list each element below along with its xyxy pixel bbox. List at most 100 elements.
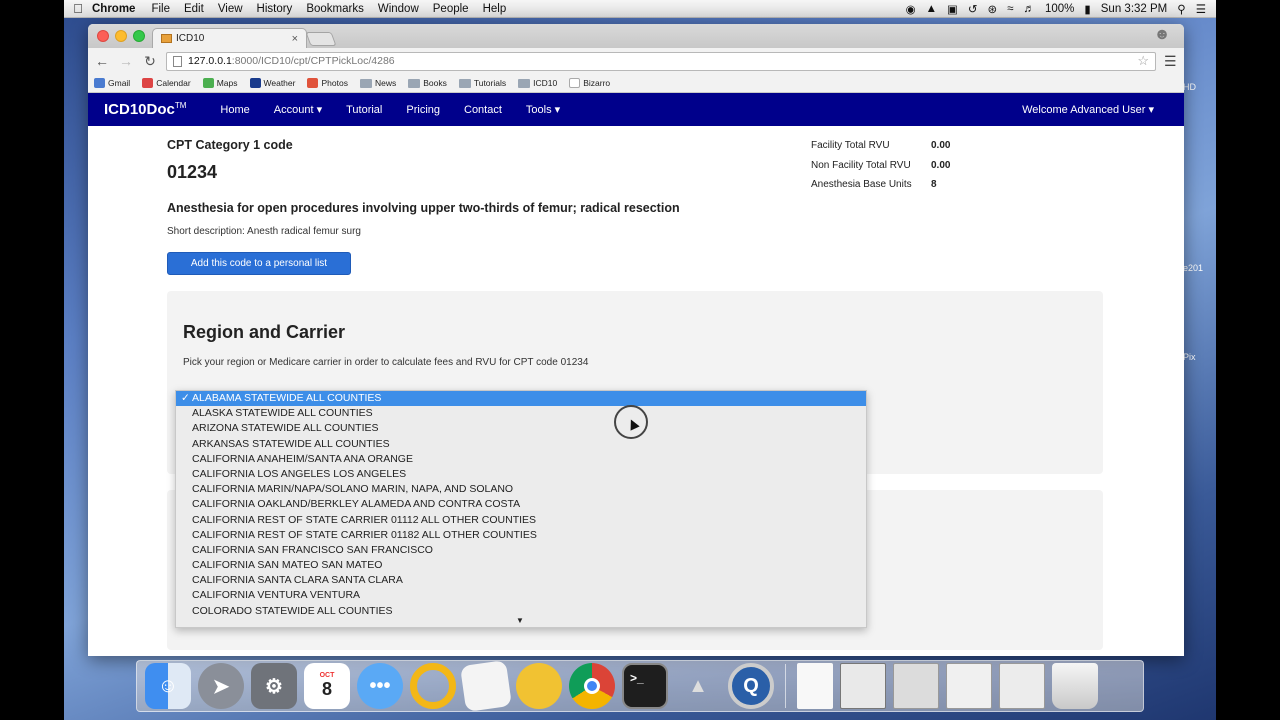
region-option[interactable]: CALIFORNIA ANAHEIM/SANTA ANA ORANGE <box>176 452 866 467</box>
menu-bookmarks[interactable]: Bookmarks <box>306 3 364 15</box>
region-select-list[interactable]: ✓ ALABAMA STATEWIDE ALL COUNTIES ALASKA ST… <box>175 390 867 628</box>
clock[interactable]: Sun 3:32 PM <box>1101 3 1167 15</box>
bookmark-books[interactable]: Books <box>408 78 447 88</box>
volume-icon[interactable]: ♬ <box>1024 3 1036 15</box>
bookmark-bizarro[interactable]: Bizarro <box>569 78 610 88</box>
gmail-icon <box>94 78 105 88</box>
nav-tutorial[interactable]: Tutorial <box>346 104 382 116</box>
region-option[interactable]: CALIFORNIA REST OF STATE CARRIER 01182 A… <box>176 528 866 543</box>
nav-contact[interactable]: Contact <box>464 104 502 116</box>
bookmark-photos[interactable]: Photos <box>307 78 348 88</box>
system-preferences-icon[interactable]: ⚙ <box>251 663 297 709</box>
menu-help[interactable]: Help <box>483 3 507 15</box>
calendar-icon[interactable]: OCT 8 <box>304 663 350 709</box>
bookmark-calendar[interactable]: Calendar <box>142 78 191 88</box>
region-option[interactable]: CALIFORNIA MARIN/NAPA/SOLANO MARIN, NAPA… <box>176 482 866 497</box>
chrome-icon[interactable] <box>569 663 615 709</box>
back-icon[interactable]: ← <box>94 53 110 69</box>
add-to-list-button[interactable]: Add this code to a personal list <box>167 252 351 275</box>
notification-center-icon[interactable]: ☰ <box>1196 2 1206 16</box>
close-tab-icon[interactable]: × <box>292 33 298 45</box>
notification-icon[interactable]: ▲ <box>926 3 937 15</box>
rocket-icon[interactable]: ▲ <box>675 663 721 709</box>
close-window-button[interactable] <box>97 30 109 42</box>
region-option[interactable]: CALIFORNIA LOS ANGELES LOS ANGELES <box>176 467 866 482</box>
nav-account[interactable]: Account ▾ <box>274 103 322 116</box>
battery-text[interactable]: 100% <box>1045 3 1074 15</box>
menu-history[interactable]: History <box>257 3 293 15</box>
region-option[interactable]: CALIFORNIA VENTURA VENTURA <box>176 588 866 603</box>
outlook-icon[interactable] <box>410 663 456 709</box>
region-option[interactable]: ARIZONA STATEWIDE ALL COUNTIES <box>176 421 866 436</box>
bookmark-star-icon[interactable]: ☆ <box>1137 53 1149 69</box>
window-thumbnail-icon[interactable] <box>893 663 939 709</box>
document-icon[interactable] <box>797 663 833 709</box>
region-option[interactable]: ALASKA STATEWIDE ALL COUNTIES <box>176 406 866 421</box>
menu-edit[interactable]: Edit <box>184 3 204 15</box>
profile-icon[interactable]: ☻ <box>1150 26 1174 46</box>
bookmark-news[interactable]: News <box>359 78 396 88</box>
region-option[interactable]: CALIFORNIA REST OF STATE CARRIER 01112 A… <box>176 513 866 528</box>
minimize-window-button[interactable] <box>115 30 127 42</box>
maps-icon <box>202 78 214 88</box>
bookmark-icd10[interactable]: ICD10 <box>518 78 557 88</box>
calendar-bm-icon <box>142 78 154 88</box>
menu-view[interactable]: View <box>218 3 243 15</box>
quicktime-icon[interactable]: Q <box>728 663 774 709</box>
menu-people[interactable]: People <box>433 3 469 15</box>
region-option[interactable]: CALIFORNIA SAN FRANCISCO SAN FRANCISCO <box>176 543 866 558</box>
record-icon[interactable]: ◉ <box>906 2 916 16</box>
bluetooth-icon[interactable]: ⊛ <box>988 2 998 16</box>
scroll-down-icon[interactable]: ▼ <box>516 616 524 625</box>
migration-icon[interactable] <box>516 663 562 709</box>
menu-app-name[interactable]: Chrome <box>92 3 135 15</box>
lock-icon[interactable]: ▣ <box>947 2 958 16</box>
rvu-label: Facility Total RVU <box>811 140 890 152</box>
region-option[interactable]: CALIFORNIA SAN MATEO SAN MATEO <box>176 558 866 573</box>
url-path: :8000/ICD10/cpt/CPTPickLoc/4286 <box>231 55 395 67</box>
address-bar[interactable]: 127.0.0.1 :8000/ICD10/cpt/CPTPickLoc/428… <box>166 51 1156 71</box>
bookmark-gmail[interactable]: Gmail <box>94 78 130 88</box>
time-machine-icon[interactable]: ↺ <box>968 2 978 16</box>
spotlight-icon[interactable]: ⚲ <box>1177 2 1185 16</box>
region-option[interactable]: CALIFORNIA OAKLAND/BERKLEY ALAMEDA AND C… <box>176 497 866 512</box>
menu-file[interactable]: File <box>151 3 170 15</box>
reload-icon[interactable]: ↻ <box>142 53 158 70</box>
window-thumbnail-icon[interactable] <box>946 663 992 709</box>
region-option[interactable]: CALIFORNIA SANTA CLARA SANTA CLARA <box>176 573 866 588</box>
nav-home[interactable]: Home <box>220 104 249 116</box>
terminal-icon[interactable]: >_ <box>622 663 668 709</box>
bookmark-label: Tutorials <box>473 78 507 88</box>
code-number: 01234 <box>167 162 218 182</box>
window-thumbnail-icon[interactable] <box>999 663 1045 709</box>
textedit-icon[interactable] <box>460 660 512 712</box>
nav-tools[interactable]: Tools ▾ <box>526 103 560 116</box>
nav-pricing[interactable]: Pricing <box>406 104 440 116</box>
new-tab-button[interactable] <box>305 32 337 46</box>
bookmark-maps[interactable]: Maps <box>202 78 238 88</box>
photos-icon <box>307 78 319 88</box>
launchpad-icon[interactable]: ➤ <box>198 663 244 709</box>
site-navbar: ICD10DocTM Home Account ▾ Tutorial Prici… <box>88 93 1184 126</box>
forward-icon[interactable]: → <box>118 53 134 69</box>
user-menu[interactable]: Welcome Advanced User ▾ <box>1022 103 1154 116</box>
rvu-value: 8 <box>931 179 937 191</box>
apple-icon[interactable]:  <box>64 1 92 16</box>
region-option[interactable]: ✓ ALABAMA STATEWIDE ALL COUNTIES <box>176 391 866 407</box>
window-thumbnail-icon[interactable] <box>840 663 886 709</box>
tab-icd10[interactable]: ICD10 × <box>152 28 307 48</box>
bookmark-weather[interactable]: Weather <box>249 78 295 88</box>
bookmark-label: Gmail <box>108 78 131 88</box>
trash-icon[interactable] <box>1052 663 1098 709</box>
messages-icon[interactable]: ••• <box>357 663 403 709</box>
zoom-window-button[interactable] <box>133 30 145 42</box>
finder-icon[interactable]: ☺ <box>145 663 191 709</box>
menu-window[interactable]: Window <box>378 3 419 15</box>
battery-icon[interactable]: ▮ <box>1084 2 1090 16</box>
region-option[interactable]: ARKANSAS STATEWIDE ALL COUNTIES <box>176 437 866 452</box>
site-brand[interactable]: ICD10DocTM <box>104 101 186 118</box>
chrome-menu-icon[interactable]: ☰ <box>1164 53 1178 70</box>
wifi-icon[interactable]: ≈ <box>1007 3 1013 15</box>
bookmark-tutorials[interactable]: Tutorials <box>458 78 507 88</box>
calendar-month: OCT <box>319 672 335 679</box>
